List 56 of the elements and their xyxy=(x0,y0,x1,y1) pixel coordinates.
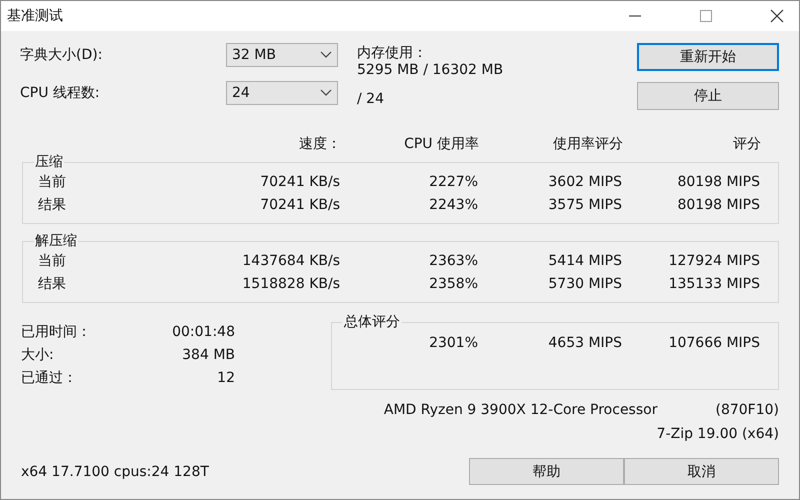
total-cpu-usage: 2301% xyxy=(428,335,478,351)
group-title: 压缩 xyxy=(34,153,64,171)
row-label: 当前 xyxy=(38,173,67,192)
dialog-button[interactable]: 帮助 xyxy=(469,458,624,485)
version-text: 7-Zip 19.00 (x64) xyxy=(656,426,779,442)
maximize-icon[interactable] xyxy=(699,9,713,23)
score-cell-text: 80198 MIPS xyxy=(676,173,760,192)
row-label: 当前 xyxy=(38,252,67,271)
stat-label: 大小: xyxy=(21,346,54,365)
chevron-down-icon xyxy=(320,51,332,59)
rating-cell-text: 3602 MIPS xyxy=(547,173,622,192)
dialog-button[interactable]: 取消 xyxy=(624,458,779,485)
stat-value: 00:01:48 xyxy=(172,323,235,342)
setting-label: 字典大小(D): xyxy=(20,46,104,64)
row-label: 结果 xyxy=(38,196,67,215)
dropdown[interactable]: 32 MB xyxy=(226,43,338,67)
close-icon[interactable] xyxy=(770,9,784,23)
row-label: 结果 xyxy=(38,275,67,294)
stat-value: 12 xyxy=(217,369,235,388)
score-cell-text: 135133 MIPS xyxy=(668,275,760,294)
speed-cell-text: 70241 KB/s xyxy=(259,196,340,215)
memory-label: 内存使用： xyxy=(357,45,428,62)
cpu-usage-cell-text: 2358% xyxy=(428,275,478,294)
stat-value: 384 MB xyxy=(182,346,235,365)
system-info: x64 17.7100 cpus:24 128T xyxy=(21,464,209,480)
rating-cell-text: 5414 MIPS xyxy=(547,252,622,271)
stat-label: 已通过： xyxy=(21,369,77,388)
chevron-down-icon xyxy=(320,89,332,97)
cpu-id: (870F10) xyxy=(715,402,779,418)
score-cell-text: 80198 MIPS xyxy=(676,196,760,215)
speed-cell-text: 70241 KB/s xyxy=(259,173,340,192)
cpu-usage-cell-text: 2227% xyxy=(428,173,478,192)
column-header: CPU 使用率 xyxy=(403,135,479,153)
total-rating: 4653 MIPS xyxy=(547,335,622,351)
window-title: 基准测试 xyxy=(7,7,63,25)
column-header: 使用率评分 xyxy=(552,135,623,153)
speed-cell-text: 1518828 KB/s xyxy=(241,275,340,294)
group-title: 解压缩 xyxy=(34,232,78,250)
cpu-name: AMD Ryzen 9 3900X 12-Core Processor xyxy=(384,402,658,418)
stat-label: 已用时间： xyxy=(21,323,91,342)
memory-value: 5295 MB / 16302 MB xyxy=(357,62,504,79)
cpu-usage-cell-text: 2243% xyxy=(428,196,478,215)
total-score: 107666 MIPS xyxy=(668,335,760,351)
dropdown[interactable]: 24 xyxy=(226,81,338,105)
rating-cell-text: 3575 MIPS xyxy=(547,196,622,215)
speed-cell-text: 1437684 KB/s xyxy=(241,252,340,271)
action-button[interactable]: 重新开始 xyxy=(637,43,779,71)
setting-label: CPU 线程数: xyxy=(20,84,101,102)
column-header: 评分 xyxy=(732,135,761,153)
cpu-usage-cell-text: 2363% xyxy=(428,252,478,271)
threads-total: / 24 xyxy=(357,91,385,108)
column-header: 速度： xyxy=(298,135,341,153)
rating-cell-text: 5730 MIPS xyxy=(547,275,622,294)
total-title: 总体评分 xyxy=(343,313,401,331)
action-button[interactable]: 停止 xyxy=(637,82,779,110)
score-cell-text: 127924 MIPS xyxy=(668,252,760,271)
